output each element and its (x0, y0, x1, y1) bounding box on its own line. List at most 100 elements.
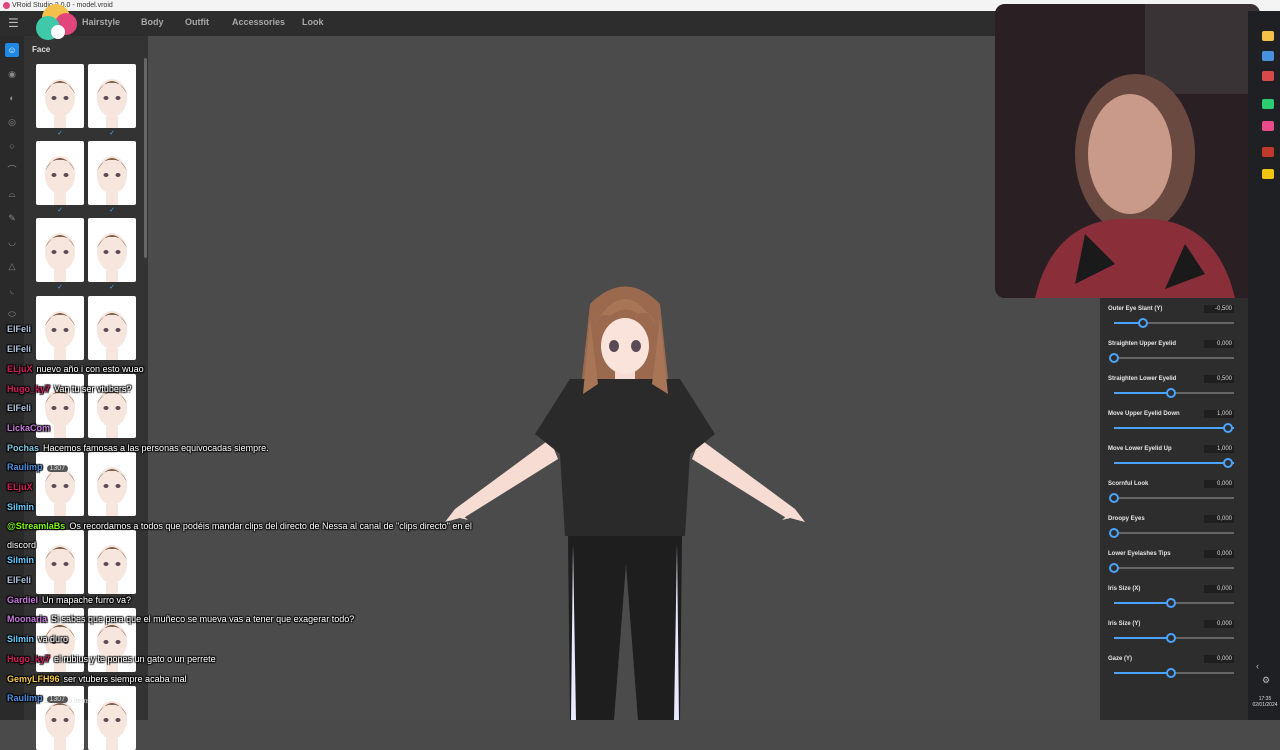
preset-palette: Face ✓ ✓ ✓ ✓ ✓ ✓ Search n items (24, 36, 148, 750)
slider-fill (1114, 392, 1174, 394)
iris-icon[interactable]: ◎ (5, 115, 19, 129)
face-preset-thumb[interactable] (88, 64, 136, 128)
face-preset-thumb[interactable] (36, 218, 84, 282)
check-icon: ✓ (57, 130, 63, 137)
record-icon[interactable] (1262, 147, 1274, 157)
parameter-slider[interactable] (1114, 423, 1234, 433)
face-preset-thumb[interactable] (88, 686, 136, 750)
nose-icon[interactable]: △ (5, 259, 19, 273)
parameter-value-field[interactable]: 0,000 (1204, 515, 1234, 523)
lash-icon[interactable]: ⌓ (5, 187, 19, 201)
stream-app-icon[interactable] (1262, 121, 1274, 131)
slider-fill (1114, 462, 1234, 464)
face-icon[interactable]: ☺ (5, 43, 19, 57)
face-preset-thumb[interactable] (88, 296, 136, 360)
parameter-label: Lower Eyelashes Tips (1108, 551, 1171, 557)
avatar-model[interactable] (440, 274, 810, 720)
slider-knob[interactable] (1223, 458, 1233, 468)
parameter-slider[interactable] (1109, 493, 1234, 503)
face-preset-thumb[interactable] (36, 608, 84, 672)
brush-icon[interactable]: ✎ (5, 211, 19, 225)
face-preset-thumb[interactable] (88, 374, 136, 438)
parameter-slider[interactable] (1114, 598, 1234, 608)
slider-knob[interactable] (1109, 353, 1119, 363)
top-navigation: ☰ Hairstyle Body Outfit Accessories Look (0, 11, 1000, 36)
parameter-label: Droopy Eyes (1108, 516, 1145, 522)
parameter-label: Iris Size (X) (1108, 586, 1141, 592)
face-preset-thumb[interactable] (36, 686, 84, 750)
face-preset-thumb[interactable] (88, 141, 136, 205)
check-icon: ✓ (109, 207, 115, 214)
parameter-value-field[interactable]: 0,000 (1204, 550, 1234, 558)
parameter-slider[interactable] (1114, 668, 1234, 678)
tab-hairstyle[interactable]: Hairstyle (82, 17, 120, 27)
tab-body[interactable]: Body (141, 17, 164, 27)
slider-knob[interactable] (1166, 598, 1176, 608)
chevron-left-icon[interactable]: ‹ (1256, 661, 1259, 671)
app-icon (3, 2, 10, 9)
face-preset-thumb[interactable] (36, 64, 84, 128)
face-preset-thumb[interactable] (88, 218, 136, 282)
slider-knob[interactable] (1109, 528, 1119, 538)
parameter-value-field[interactable]: 0,000 (1204, 340, 1234, 348)
tab-look[interactable]: Look (302, 17, 324, 27)
windows-taskbar: ‹ ⚙ (1248, 11, 1280, 720)
parameter-label: Gaze (Y) (1108, 656, 1133, 662)
slider-knob[interactable] (1166, 388, 1176, 398)
eye-icon[interactable]: ◉ (5, 67, 19, 81)
parameter-value-field[interactable]: 1,000 (1204, 445, 1234, 453)
spotify-icon[interactable] (1262, 99, 1274, 109)
mouth-icon[interactable]: ◡ (5, 235, 19, 249)
slider-knob[interactable] (1166, 668, 1176, 678)
slider-fill (1114, 602, 1174, 604)
parameter-value-field[interactable]: 0,000 (1204, 585, 1234, 593)
browser-icon[interactable] (1262, 51, 1274, 61)
slider-knob[interactable] (1223, 423, 1233, 433)
app-icon[interactable] (1262, 71, 1274, 81)
tab-accessories[interactable]: Accessories (232, 17, 285, 27)
folder-icon[interactable] (1262, 31, 1274, 41)
parameter-value-field[interactable]: 0,000 (1204, 655, 1234, 663)
notes-icon[interactable] (1262, 169, 1274, 179)
check-icon: ✓ (109, 130, 115, 137)
parameter-slider[interactable] (1114, 388, 1234, 398)
parameter-label: Move Upper Eyelid Down (1108, 411, 1180, 417)
face-preset-thumb[interactable] (36, 374, 84, 438)
slider-knob[interactable] (1166, 633, 1176, 643)
parameter-value-field[interactable]: -0,500 (1204, 305, 1234, 313)
gear-icon[interactable]: ⚙ (1262, 675, 1270, 686)
face-preset-thumb[interactable] (88, 608, 136, 672)
parameter-slider[interactable] (1114, 633, 1234, 643)
hamburger-menu-icon[interactable]: ☰ (8, 16, 19, 30)
palette-scrollbar[interactable] (144, 58, 147, 258)
eye-shape-icon[interactable]: ○ (5, 139, 19, 153)
parameter-slider[interactable] (1114, 458, 1234, 468)
tool-rail: ☺ ◉ ◐ ◎ ○ ⌒ ⌓ ✎ ◡ △ ◟ ⬭ (0, 36, 24, 720)
eye-detail-icon[interactable]: ◐ (5, 91, 19, 105)
parameter-value-field[interactable]: 0,500 (1204, 375, 1234, 383)
slider-knob[interactable] (1109, 563, 1119, 573)
parameter-label: Straighten Lower Eyelid (1108, 376, 1177, 382)
slider-knob[interactable] (1109, 493, 1119, 503)
search-hint: Search n items (44, 698, 91, 705)
face-preset-thumb[interactable] (36, 141, 84, 205)
face-preset-thumb[interactable] (88, 530, 136, 594)
face-preset-thumb[interactable] (36, 530, 84, 594)
taskbar-clock: 17:35 02/01/2024 (1250, 696, 1280, 708)
parameter-value-field[interactable]: 1,000 (1204, 410, 1234, 418)
parameter-slider[interactable] (1109, 528, 1234, 538)
check-icon: ✓ (57, 207, 63, 214)
face-preset-thumb[interactable] (88, 452, 136, 516)
face-preset-thumb[interactable] (36, 452, 84, 516)
parameter-value-field[interactable]: 0,000 (1204, 620, 1234, 628)
tab-outfit[interactable]: Outfit (185, 17, 209, 27)
slider-knob[interactable] (1137, 318, 1148, 328)
parameter-slider[interactable] (1109, 353, 1234, 363)
parameter-slider[interactable] (1109, 563, 1234, 573)
brow-icon[interactable]: ⌒ (5, 163, 19, 177)
face-preset-thumb[interactable] (36, 296, 84, 360)
parameter-value-field[interactable]: 0,000 (1204, 480, 1234, 488)
ear-icon[interactable]: ◟ (5, 283, 19, 297)
face-outline-icon[interactable]: ⬭ (5, 307, 19, 321)
parameter-slider[interactable] (1114, 318, 1234, 328)
